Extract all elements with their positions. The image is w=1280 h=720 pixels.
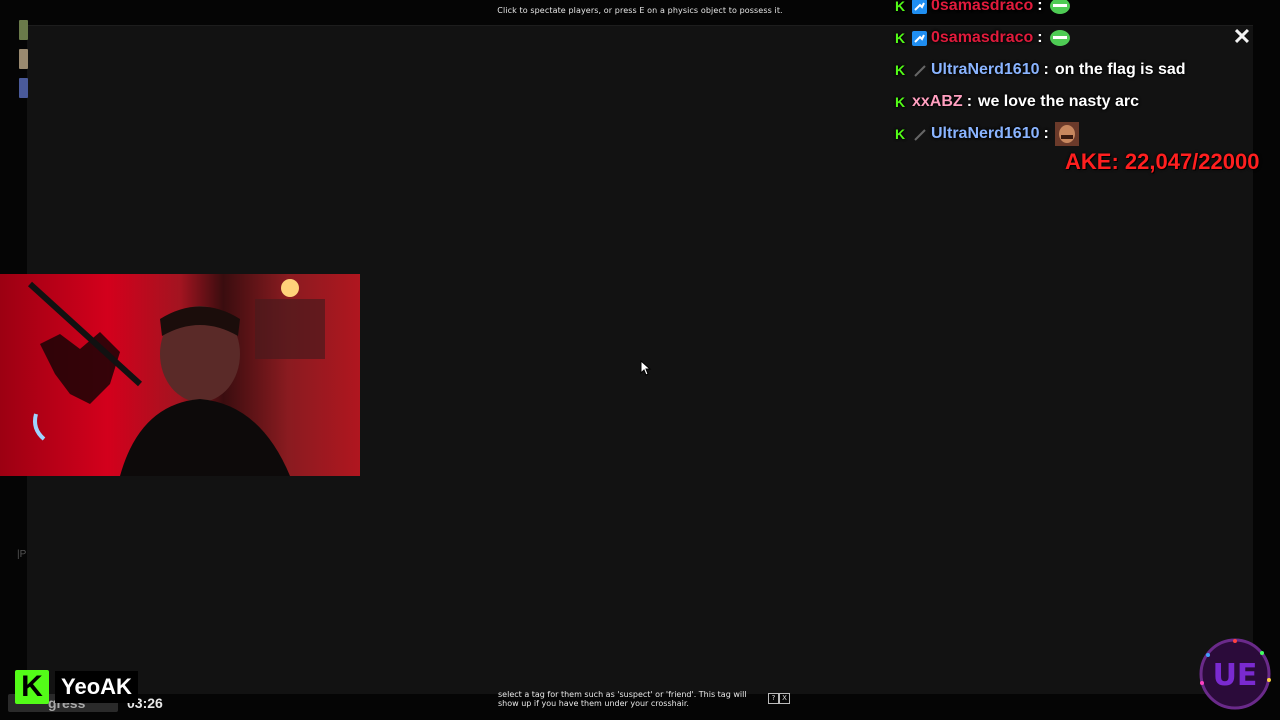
webcam-feed <box>0 274 360 476</box>
sword-badge-icon <box>914 128 926 141</box>
chat-text: we love the nasty arc <box>978 93 1139 110</box>
sword-badge-icon <box>914 64 926 77</box>
hint-key-close[interactable]: X <box>779 693 790 704</box>
streamer-name: YeoAK <box>55 671 138 703</box>
chat-separator: : <box>966 93 973 110</box>
kick-badge-icon: K <box>895 0 906 14</box>
channel-logo-text: UE <box>1213 658 1258 693</box>
chat-username[interactable]: UltraNerd1610 <box>931 61 1040 79</box>
chat-message: K 0samasdraco : <box>893 22 1273 54</box>
channel-logo: UE <box>1199 638 1271 710</box>
green-face-emote-icon <box>1049 0 1070 14</box>
kick-badge-icon: K <box>895 29 906 46</box>
kick-badge-icon: K <box>895 61 906 78</box>
player-avatar[interactable] <box>19 20 28 40</box>
chat-text: on the flag is sad <box>1054 61 1186 78</box>
face-photo-emote-icon <box>1054 122 1079 146</box>
side-tag: |P <box>17 549 27 560</box>
player-avatar[interactable] <box>19 49 28 69</box>
chat-username[interactable]: xxABZ <box>912 93 963 111</box>
chat-message: K UltraNerd1610 : <box>893 118 1273 150</box>
subscriber-badge-icon <box>912 30 927 46</box>
chat-separator: : <box>1043 125 1049 142</box>
webcam-image <box>0 274 360 476</box>
subscriber-badge-icon <box>912 0 927 14</box>
chat-message: K 0samasdraco : <box>893 0 1273 22</box>
streamer-tag: K YeoAK <box>15 669 138 705</box>
chat-overlay: K 0samasdraco : K 0samasdraco : K UltraN… <box>893 0 1273 150</box>
chat-separator: : <box>1043 61 1049 78</box>
player-list-avatars <box>19 20 29 107</box>
mouse-cursor-icon <box>640 360 652 376</box>
chat-message: K UltraNerd1610 : on the flag is sad <box>893 54 1273 86</box>
chat-separator: : <box>1037 29 1043 46</box>
kick-logo-icon: K <box>15 670 49 704</box>
tag-hint: select a tag for them such as 'suspect' … <box>498 690 747 708</box>
green-face-emote-icon <box>1049 30 1070 46</box>
hint-key-help[interactable]: ? <box>768 693 779 704</box>
chat-username[interactable]: 0samasdraco <box>931 29 1033 47</box>
chat-message: K xxABZ : we love the nasty arc <box>893 86 1273 118</box>
player-avatar[interactable] <box>19 78 28 98</box>
goal-counter: AKE: 22,047/22000 <box>1065 149 1260 174</box>
kick-badge-icon: K <box>895 125 906 142</box>
chat-separator: : <box>1037 0 1043 14</box>
chat-username[interactable]: 0samasdraco <box>931 0 1033 15</box>
kick-badge-icon: K <box>895 93 906 110</box>
chat-username[interactable]: UltraNerd1610 <box>931 125 1040 143</box>
